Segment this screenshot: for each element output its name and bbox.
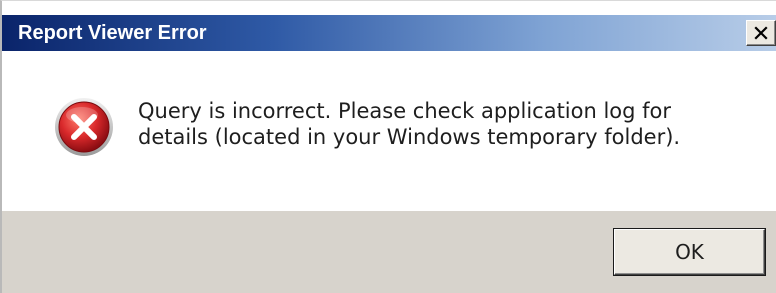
title-bar[interactable]: Report Viewer Error — [2, 15, 776, 51]
error-message: Query is incorrect. Please check applica… — [138, 98, 758, 150]
error-icon — [55, 98, 113, 156]
message-line-2: details (located in your Windows tempora… — [138, 125, 681, 149]
dialog-content: Query is incorrect. Please check applica… — [2, 51, 776, 211]
close-icon — [754, 26, 768, 40]
ok-button[interactable]: OK — [614, 229, 765, 275]
close-button[interactable] — [746, 20, 776, 46]
window-title: Report Viewer Error — [18, 22, 207, 44]
button-bar: OK — [2, 211, 776, 293]
error-dialog: Report Viewer Error Query is incorrect. … — [0, 0, 776, 293]
message-line-1: Query is incorrect. Please check applica… — [138, 99, 672, 123]
